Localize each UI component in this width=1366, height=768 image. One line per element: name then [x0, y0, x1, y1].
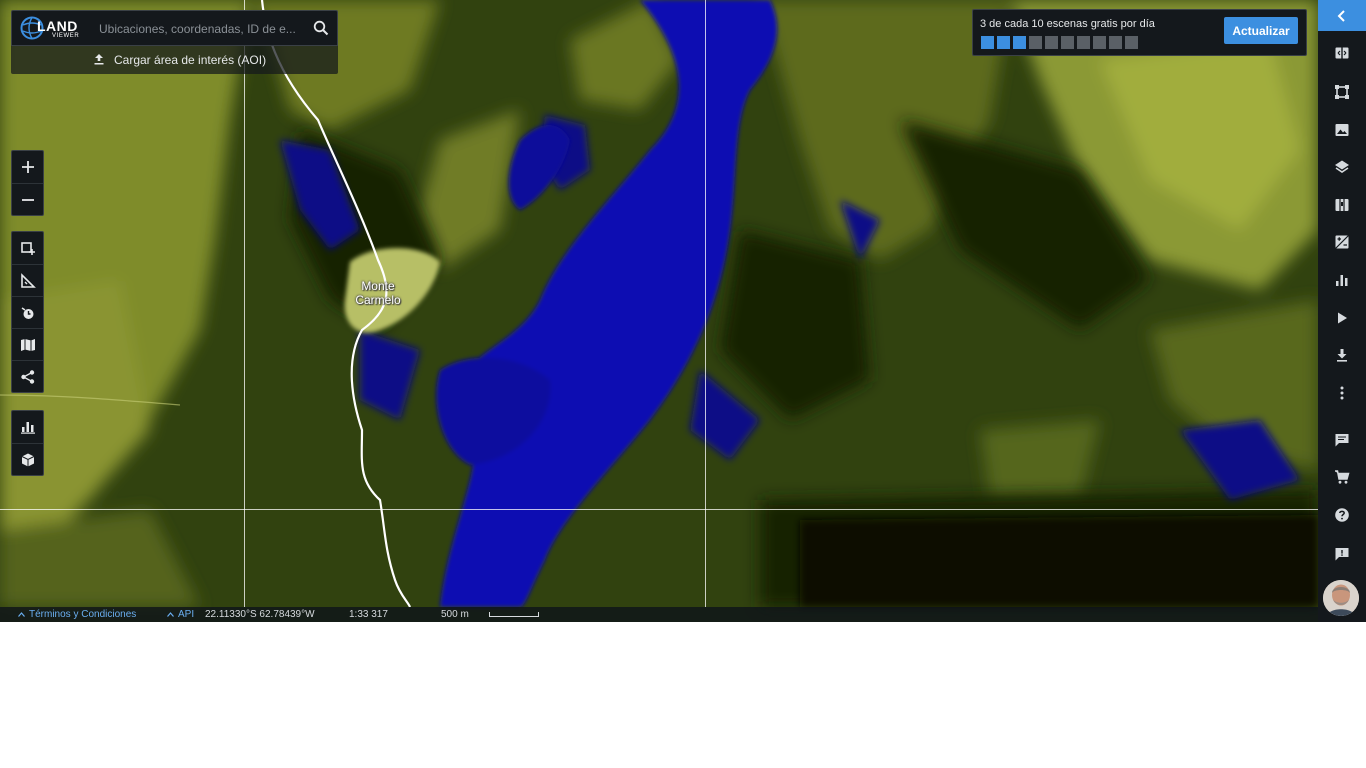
minus-icon [21, 198, 34, 201]
comment-icon [1335, 434, 1349, 447]
quota-free-square [1045, 36, 1058, 49]
quota-free-square [1109, 36, 1122, 49]
avatar[interactable] [1323, 580, 1359, 616]
layers-button[interactable] [1318, 151, 1366, 183]
terms-label: Términos y Condiciones [29, 609, 137, 620]
exposure-icon [1335, 235, 1349, 249]
free-scenes-text: 3 de cada 10 escenas gratis por día [980, 18, 1155, 30]
timelapse-button[interactable] [1318, 302, 1366, 334]
quota-free-square [1093, 36, 1106, 49]
right-sidebar [1318, 0, 1366, 622]
play-icon [1338, 312, 1347, 324]
zoom-in-button[interactable] [12, 151, 43, 183]
more-options-button[interactable] [1318, 377, 1366, 409]
graticule-line [244, 0, 245, 607]
satellite-map[interactable]: Monte Carmelo [0, 0, 1318, 622]
graticule-line [0, 509, 1318, 510]
map-scale-ratio: 1:33 317 [349, 609, 388, 620]
search-bar: LAND VIEWER [11, 10, 338, 46]
quota-free-square [1077, 36, 1090, 49]
exposure-button[interactable] [1318, 226, 1366, 258]
satellite-imagery [0, 0, 1318, 622]
chevron-up-icon [167, 611, 174, 617]
quota-free-square [1061, 36, 1074, 49]
3d-view-button[interactable] [12, 443, 43, 475]
quota-used-square [981, 36, 994, 49]
status-bar: Términos y Condiciones API 22.11330°S 62… [0, 607, 1318, 622]
chevron-up-icon [18, 611, 25, 617]
cube-icon [21, 453, 34, 466]
time-icon [21, 306, 33, 319]
map-book-icon [1335, 199, 1349, 211]
api-label: API [178, 609, 195, 620]
quota-used-square [997, 36, 1010, 49]
chat-button[interactable] [1318, 424, 1366, 456]
map-book-button[interactable] [1318, 189, 1366, 221]
image-icon [1335, 124, 1349, 136]
upload-aoi-label: Cargar área de interés (AOI) [114, 53, 267, 67]
scene-quota-indicator [981, 36, 1138, 49]
feedback-button[interactable] [1318, 538, 1366, 570]
aoi-draw-icon [20, 242, 35, 255]
quota-free-square [1029, 36, 1042, 49]
crop-button[interactable] [1318, 76, 1366, 108]
map-tools [11, 231, 44, 393]
download-button[interactable] [1318, 339, 1366, 371]
share-button[interactable] [12, 360, 43, 392]
more-vert-icon [1340, 386, 1344, 400]
scale-bar [489, 612, 539, 617]
analytics-button[interactable] [1318, 264, 1366, 296]
collapse-sidebar-button[interactable] [1318, 0, 1366, 31]
land-viewer-logo[interactable]: LAND VIEWER [20, 16, 90, 42]
feedback-icon [1335, 548, 1349, 561]
place-label-monte-carmelo: Monte Carmelo [348, 279, 408, 307]
cart-button[interactable] [1318, 461, 1366, 493]
zoom-controls [11, 150, 44, 216]
time-series-button[interactable] [12, 296, 43, 328]
compare-button[interactable] [1318, 37, 1366, 69]
help-icon [1335, 508, 1349, 522]
basemap-button[interactable] [12, 328, 43, 360]
crop-icon [1335, 85, 1349, 99]
download-icon [1337, 349, 1347, 362]
terms-link[interactable]: Términos y Condiciones [18, 609, 136, 620]
land-viewer-app: Monte Carmelo LAND VIEWER Cargar área de… [0, 0, 1366, 622]
free-scenes-panel: 3 de cada 10 escenas gratis por día Actu… [972, 9, 1307, 56]
search-icon[interactable] [313, 20, 329, 36]
user-avatar-image [1323, 580, 1359, 616]
bar-chart-icon [20, 422, 35, 434]
scale-distance: 500 m [441, 609, 469, 620]
place-label-line: Carmelo [355, 293, 401, 307]
quota-used-square [1013, 36, 1026, 49]
search-input[interactable] [97, 18, 311, 40]
layers-icon [1335, 160, 1349, 173]
map-icon [20, 338, 35, 351]
compare-icon [1335, 46, 1349, 60]
statistics-button[interactable] [12, 411, 43, 443]
graticule-line [705, 0, 706, 607]
zoom-out-button[interactable] [12, 183, 43, 215]
upgrade-button[interactable]: Actualizar [1224, 17, 1298, 44]
chart-icon [1336, 275, 1348, 286]
share-icon [20, 369, 34, 384]
cart-icon [1335, 470, 1350, 484]
plus-icon [21, 161, 34, 173]
upload-aoi-button[interactable]: Cargar área de interés (AOI) [11, 46, 338, 74]
cursor-coordinates: 22.11330°S 62.78439°W [205, 609, 315, 620]
logo-text: LAND [37, 18, 78, 34]
api-link[interactable]: API [167, 609, 194, 620]
extra-tools [11, 410, 44, 476]
measure-button[interactable] [12, 264, 43, 296]
quota-free-square [1125, 36, 1138, 49]
draw-aoi-button[interactable] [12, 232, 43, 264]
logo-subtext: VIEWER [52, 33, 80, 39]
image-settings-button[interactable] [1318, 114, 1366, 146]
chevron-left-icon [1337, 9, 1345, 22]
help-button[interactable] [1318, 499, 1366, 531]
measure-icon [20, 272, 36, 288]
place-label-line: Monte [361, 279, 395, 293]
upload-icon [94, 54, 104, 65]
